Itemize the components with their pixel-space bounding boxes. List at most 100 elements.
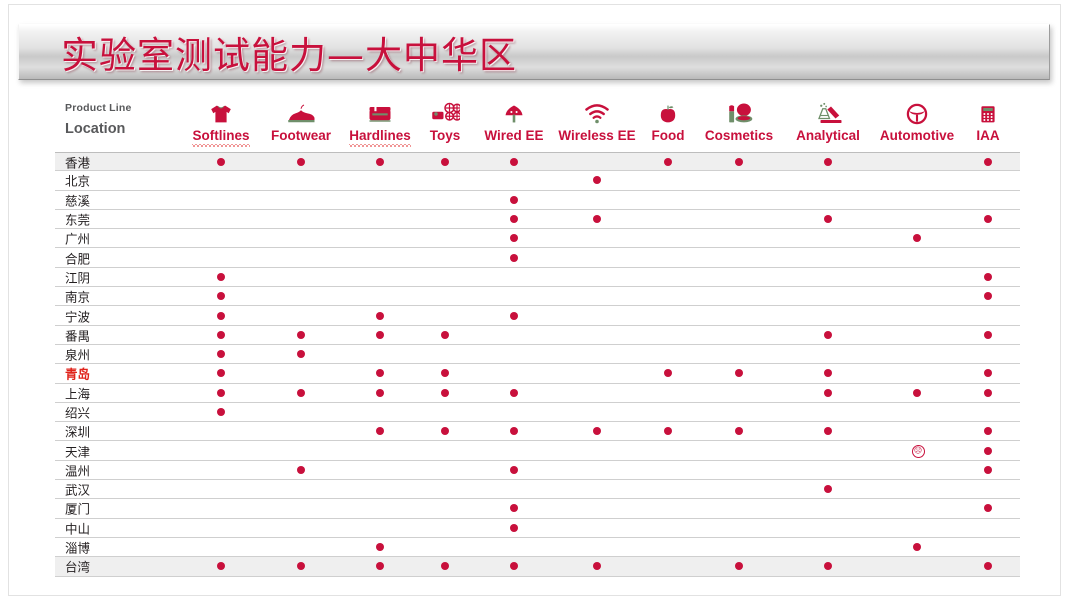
capability-dot — [664, 157, 672, 166]
table-row[interactable]: 厦门 — [55, 499, 1020, 519]
capability-dot — [593, 562, 601, 571]
table-header: Product Line Location Softlines Footwear H… — [55, 96, 1020, 152]
location-cell: 台湾 — [65, 559, 91, 575]
capability-dot — [984, 562, 992, 571]
table-row[interactable]: 台湾 — [55, 557, 1020, 577]
capability-dot — [297, 562, 305, 571]
capability-dot — [510, 157, 518, 166]
capability-dot — [913, 388, 921, 397]
capability-dot — [984, 157, 992, 166]
capability-dot — [217, 562, 225, 571]
column-header-iaa[interactable]: IAA — [933, 96, 1043, 143]
table-row[interactable]: 温州 — [55, 461, 1020, 481]
capability-dot — [297, 157, 305, 166]
capability-dot — [297, 388, 305, 397]
location-cell: 青岛 — [65, 366, 91, 382]
location-cell: 南京 — [65, 289, 91, 305]
table-row[interactable]: 中山 — [55, 519, 1020, 538]
capability-dot — [593, 176, 601, 185]
corner-header: Product Line Location — [65, 102, 175, 137]
table-row[interactable]: 宁波 — [55, 306, 1020, 326]
capability-dot — [984, 465, 992, 474]
calculator-icon — [933, 96, 1043, 126]
capability-dot — [824, 330, 832, 339]
location-label: Location — [65, 121, 126, 137]
table-row[interactable]: 上海 — [55, 384, 1020, 403]
table-row[interactable]: 合肥 — [55, 248, 1020, 268]
capability-dot — [664, 369, 672, 378]
capability-dot — [984, 330, 992, 339]
title-bar: 实验室测试能力—大中华区 — [18, 24, 1050, 80]
capability-dot — [376, 369, 384, 378]
capability-dot — [510, 388, 518, 397]
capability-dot — [217, 350, 225, 359]
capability-dot — [735, 562, 743, 571]
capability-dot — [664, 427, 672, 436]
column-header-label: IAA — [976, 128, 1000, 143]
capability-dot — [824, 369, 832, 378]
location-cell: 东莞 — [65, 212, 91, 228]
capability-dot — [593, 215, 601, 224]
capability-dot — [510, 562, 518, 571]
table-row[interactable]: 南京 — [55, 287, 1020, 307]
capability-dot — [441, 427, 449, 436]
capability-dot — [376, 388, 384, 397]
capability-dot — [217, 292, 225, 301]
capability-dot — [735, 369, 743, 378]
table-row[interactable]: 泉州 — [55, 345, 1020, 365]
capability-dot — [376, 330, 384, 339]
table-row[interactable]: 江阴 — [55, 268, 1020, 288]
capability-dot — [441, 388, 449, 397]
capability-dot — [297, 330, 305, 339]
location-cell: 合肥 — [65, 251, 91, 267]
capability-dot — [593, 427, 601, 436]
location-cell: 深圳 — [65, 424, 91, 440]
table-row[interactable]: 香港 — [55, 152, 1020, 172]
table-row[interactable]: 广州 — [55, 229, 1020, 249]
capability-dot — [824, 215, 832, 224]
table-row[interactable]: 绍兴 — [55, 403, 1020, 423]
capability-dot — [510, 195, 518, 204]
capability-dot — [510, 504, 518, 513]
capability-table: 香港北京慈溪东莞广州合肥江阴南京 宁波番禺 泉州 青岛上海 绍兴 深圳 天津 ☹ 温州 武汉 厦门中… — [55, 152, 1020, 577]
table-row[interactable]: 淄博 — [55, 538, 1020, 558]
capability-dot — [297, 350, 305, 359]
capability-dot — [510, 523, 518, 532]
capability-dot — [984, 272, 992, 281]
capability-dot — [217, 157, 225, 166]
table-row[interactable]: 武汉 — [55, 480, 1020, 500]
location-cell: 天津 — [65, 444, 91, 460]
location-cell: 广州 — [65, 231, 91, 247]
table-row[interactable]: 慈溪 — [55, 191, 1020, 210]
capability-dot — [913, 543, 921, 552]
location-cell: 厦门 — [65, 501, 91, 517]
table-row[interactable]: 深圳 — [55, 422, 1020, 442]
capability-dot — [735, 157, 743, 166]
capability-dot — [441, 562, 449, 571]
location-cell: 香港 — [65, 155, 91, 171]
capability-dot — [376, 157, 384, 166]
location-cell: 江阴 — [65, 270, 91, 286]
table-row[interactable]: 番禺 — [55, 326, 1020, 345]
capability-dot — [984, 504, 992, 513]
table-row[interactable]: 北京 — [55, 171, 1020, 191]
capability-dot — [217, 272, 225, 281]
capability-dot — [824, 562, 832, 571]
capability-dot — [824, 427, 832, 436]
location-cell: 番禺 — [65, 328, 91, 344]
capability-dot — [217, 311, 225, 320]
capability-dot — [984, 446, 992, 455]
location-cell: 北京 — [65, 173, 91, 189]
capability-dot — [984, 427, 992, 436]
capability-dot — [510, 465, 518, 474]
table-row[interactable]: 东莞 — [55, 210, 1020, 230]
capability-dot — [376, 427, 384, 436]
table-row[interactable]: 天津 ☹ — [55, 441, 1020, 461]
location-cell: 上海 — [65, 386, 91, 402]
capability-dot — [376, 562, 384, 571]
capability-dot — [984, 388, 992, 397]
capability-dot — [441, 369, 449, 378]
location-cell: 淄博 — [65, 540, 91, 556]
table-row[interactable]: 青岛 — [55, 364, 1020, 384]
capability-dot — [297, 465, 305, 474]
